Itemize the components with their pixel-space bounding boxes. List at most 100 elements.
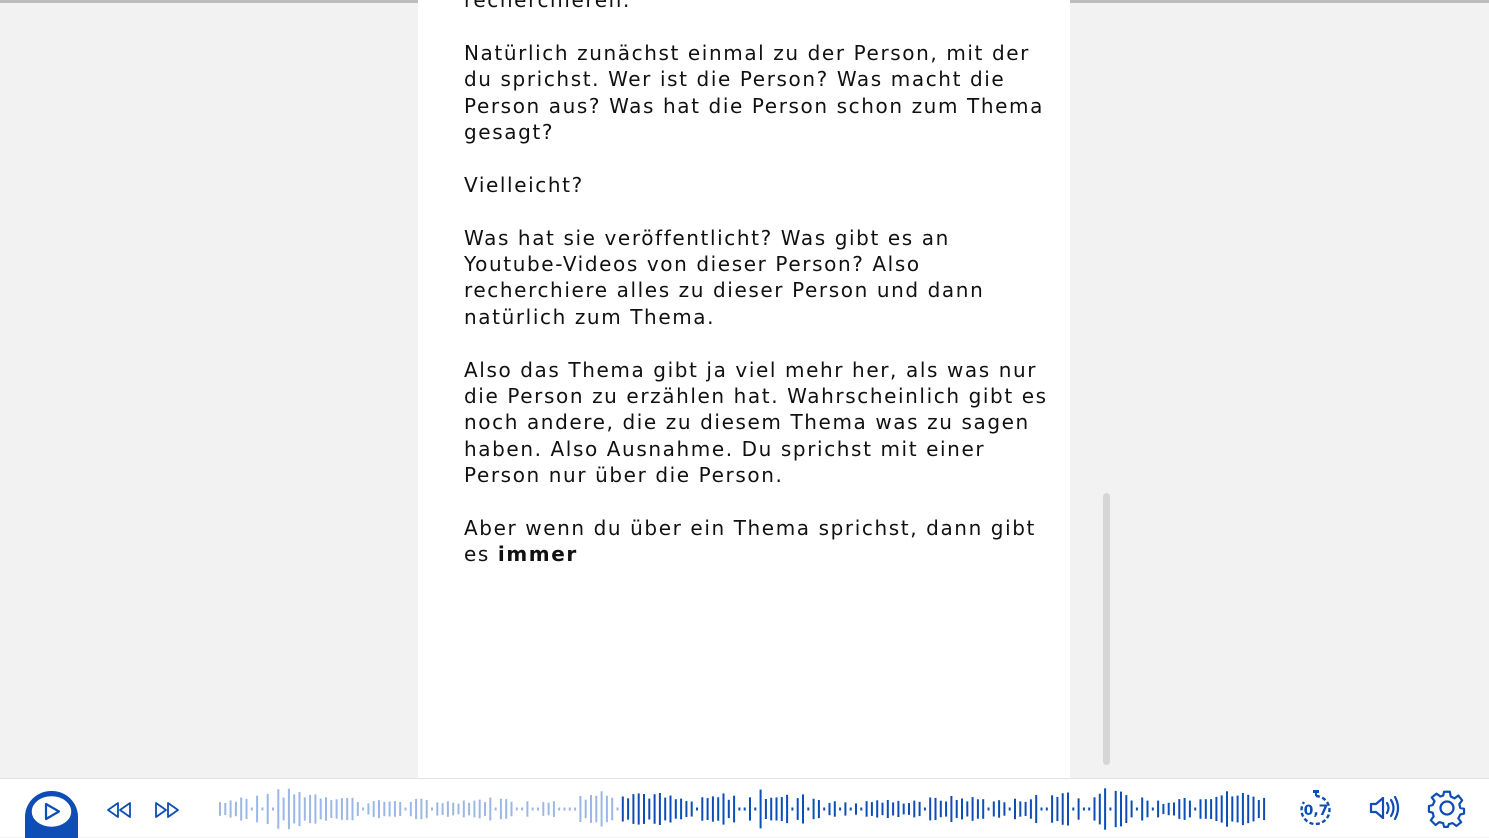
waveform-bar [261, 807, 264, 811]
waveform-bar [468, 802, 471, 816]
waveform-bar [1024, 801, 1027, 816]
waveform-bar [293, 794, 296, 824]
waveform-bar [309, 794, 312, 824]
waveform-bar [976, 799, 979, 819]
waveform-bar [362, 807, 365, 811]
waveform-bar [1109, 807, 1112, 811]
waveform-bar [849, 807, 852, 811]
waveform-bar [1093, 797, 1096, 821]
waveform-bar [431, 807, 433, 811]
waveform-bar [229, 800, 232, 818]
rewind-button[interactable] [104, 797, 134, 823]
waveform-bar [1162, 804, 1165, 815]
fast-forward-icon [155, 802, 179, 818]
waveform-bar [749, 797, 751, 821]
settings-gear-icon [1427, 790, 1466, 828]
waveform-bar [558, 807, 561, 811]
waveform-bar [515, 807, 518, 811]
waveform-bar [340, 798, 343, 820]
waveform-bar [770, 797, 773, 821]
waveform-bar [711, 796, 714, 822]
waveform-bar [219, 802, 221, 816]
waveform-bar [595, 795, 598, 823]
waveform-bar [1029, 799, 1032, 819]
waveform-bar [1194, 807, 1197, 811]
waveform-bar [590, 795, 592, 823]
waveform-bar [1072, 807, 1075, 811]
waveform-bar [865, 801, 868, 817]
transcript-page: recherchieren. Natürlich zunächst einmal… [418, 0, 1070, 778]
waveform-bar [643, 794, 645, 824]
waveform-bar [648, 798, 651, 820]
waveform-bar [1114, 790, 1117, 828]
waveform-bar [1019, 801, 1022, 817]
waveform-bar [992, 801, 995, 817]
waveform-bar [547, 802, 550, 816]
scrollbar-thumb[interactable] [1103, 493, 1110, 765]
waveform-bar [383, 801, 386, 817]
waveform-bar [1241, 793, 1244, 826]
waveform-bar [881, 802, 884, 816]
fast-forward-button[interactable] [152, 797, 182, 823]
waveform-bar [653, 794, 656, 824]
waveform-bar [743, 807, 746, 811]
waveform-bar [855, 803, 857, 815]
waveform-bar [886, 800, 889, 818]
waveform-bar [494, 807, 497, 811]
waveform-bar [1146, 800, 1149, 818]
waveform-bar [579, 796, 582, 822]
waveform-bar [505, 799, 508, 819]
waveform-bar [1199, 799, 1202, 819]
waveform-bar [658, 793, 661, 825]
waveform-bar [982, 799, 985, 819]
waveform-bar [945, 801, 948, 817]
waveform-bar [245, 798, 248, 819]
settings-button[interactable] [1427, 787, 1467, 829]
waveform-bar [425, 799, 428, 819]
waveform-bar [1120, 791, 1122, 827]
waveform-bar [786, 794, 789, 824]
play-button[interactable] [29, 793, 74, 830]
waveform-bar [1210, 799, 1213, 819]
waveform-bar [1098, 793, 1101, 825]
waveform-bar [637, 793, 640, 825]
waveform-bar [404, 807, 407, 811]
volume-button[interactable] [1364, 787, 1404, 829]
waveform-bar [1125, 795, 1128, 823]
waveform-bar [844, 802, 847, 816]
waveform-bar [1135, 807, 1138, 811]
waveform-bar [966, 801, 969, 817]
waveform-bar [764, 799, 767, 819]
waveform-bar [1040, 807, 1043, 811]
waveform-bar [1204, 799, 1207, 819]
waveform-bar [234, 801, 237, 817]
waveform-bar [521, 807, 524, 811]
waveform-bar [457, 803, 460, 815]
partial-line: recherchieren. [464, 0, 631, 12]
waveform-bar [632, 794, 635, 824]
waveform-bar [552, 801, 555, 817]
waveform-bar [1104, 788, 1107, 830]
waveform-bar [775, 797, 778, 821]
waveform-bar [717, 797, 720, 821]
waveform-bar [669, 795, 672, 823]
waveform-bar [696, 807, 698, 811]
waveform-bar [664, 797, 667, 821]
waveform-bar [738, 807, 741, 811]
waveform-bar [802, 794, 804, 824]
audio-waveform-seekbar[interactable] [219, 785, 1271, 833]
waveform-bar [240, 797, 243, 821]
waveform-bar [754, 807, 757, 811]
waveform-bar [1051, 795, 1054, 823]
waveform-bar [1247, 794, 1250, 824]
waveform-bar [1173, 802, 1175, 816]
waveform-bar [399, 802, 402, 816]
playback-speed-button[interactable]: 0,7 [1296, 787, 1336, 829]
waveform-bar [531, 807, 534, 811]
waveform-bar [1003, 802, 1006, 816]
waveform-bar [537, 807, 539, 811]
waveform-bar [1183, 798, 1186, 820]
waveform-bar [1220, 795, 1223, 823]
waveform-bar [1167, 802, 1170, 816]
waveform-bar [420, 798, 423, 820]
